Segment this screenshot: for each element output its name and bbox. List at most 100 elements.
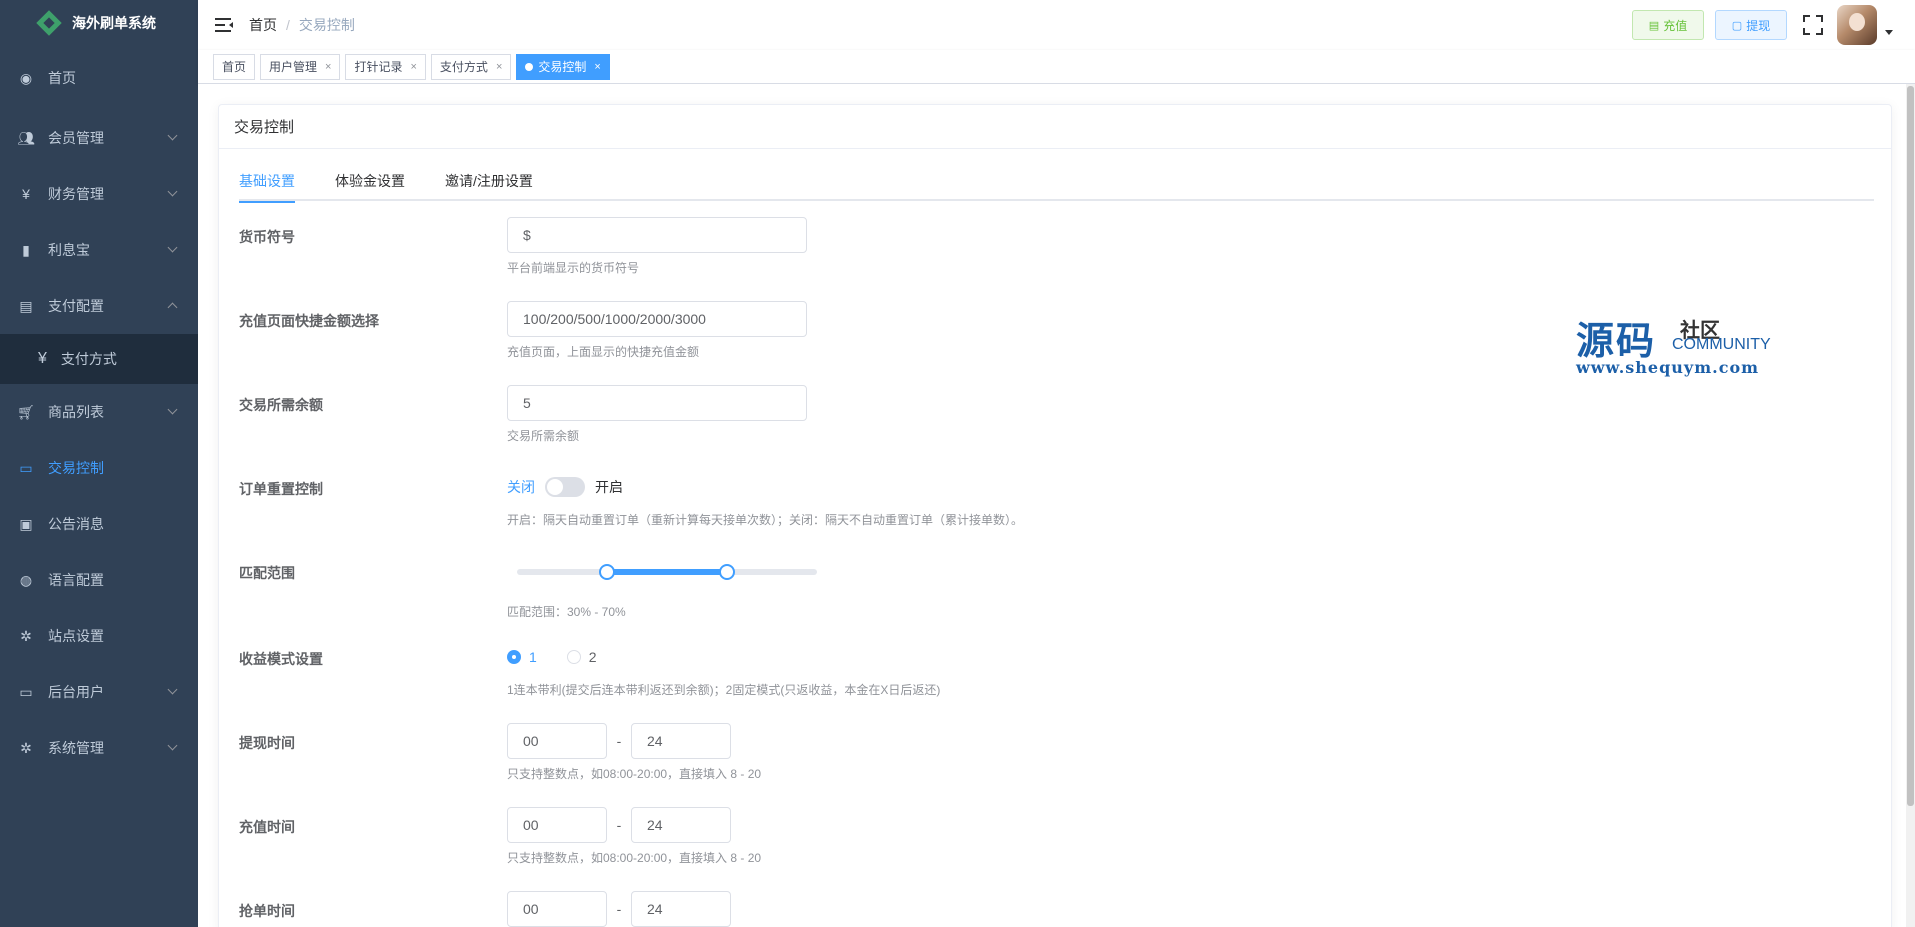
cart-icon: 🛒︎ xyxy=(17,403,35,420)
sidebar-item-label: 交易控制 xyxy=(48,460,104,476)
sidebar-item-label: 支付方式 xyxy=(60,351,117,367)
gear-icon: ✲ xyxy=(20,627,32,644)
withdraw-time-end-input[interactable]: 24 xyxy=(631,723,731,759)
sidebar-item-admin-users[interactable]: ▭ 后台用户 xyxy=(0,664,198,720)
tag-label: 交易控制 xyxy=(538,60,587,74)
match-range-slider[interactable] xyxy=(517,553,817,589)
card-icon: ▤ xyxy=(1648,19,1660,32)
menu-toggle-icon[interactable] xyxy=(215,18,233,32)
range-separator: - xyxy=(616,817,622,833)
navbar-right: ▤ 充值 ▢ 提现 xyxy=(1632,0,1915,50)
sidebar-item-label: 系统管理 xyxy=(48,740,104,756)
quick-amounts-help: 充值页面，上面显示的快捷充值金额 xyxy=(507,345,700,359)
recharge-time-start-input[interactable]: 00 xyxy=(507,807,607,843)
yen-icon: ¥ xyxy=(38,350,47,367)
recharge-button[interactable]: ▤ 充值 xyxy=(1632,10,1704,40)
withdraw-time-start-input[interactable]: 00 xyxy=(507,723,607,759)
sidebar-item-trade-control[interactable]: ▭ 交易控制 xyxy=(0,440,198,496)
message-icon: ▣ xyxy=(19,515,33,532)
recharge-time-end-input[interactable]: 24 xyxy=(631,807,731,843)
min-balance-input[interactable]: 5 xyxy=(507,385,807,421)
sidebar-item-members[interactable]: 👥︎ 会员管理 xyxy=(0,110,198,166)
min-balance-help: 交易所需余额 xyxy=(507,429,580,443)
avatar[interactable] xyxy=(1837,5,1877,45)
sidebar-item-language[interactable]: ◍ 语言配置 xyxy=(0,552,198,608)
breadcrumb-current: 交易控制 xyxy=(298,17,355,33)
tag-label: 首页 xyxy=(222,60,247,74)
sidebar-item-label: 首页 xyxy=(48,70,76,86)
sidebar-item-home[interactable]: ◉ 首页 xyxy=(0,46,198,110)
income-mode-help: 1连本带利(提交后连本带利返还到余额)；2固定模式(只返收益，本金在X日后返还) xyxy=(507,683,941,697)
tab-basic-settings[interactable]: 基础设置 xyxy=(239,161,295,203)
settings-tabs: 基础设置 体验金设置 邀请/注册设置 xyxy=(239,161,1874,203)
gear-icon: ✲ xyxy=(20,739,32,756)
grab-time-end-input[interactable]: 24 xyxy=(631,891,731,927)
sidebar-item-site-settings[interactable]: ✲ 站点设置 xyxy=(0,608,198,664)
monitor-icon: ▭ xyxy=(19,683,33,700)
fullscreen-icon[interactable] xyxy=(1803,15,1823,35)
slider-min-handle[interactable] xyxy=(599,564,615,580)
match-range-help: 匹配范围：30% - 70% xyxy=(507,605,626,619)
breadcrumb-home[interactable]: 首页 xyxy=(249,15,277,35)
switch-knob xyxy=(547,479,563,495)
close-icon[interactable]: × xyxy=(594,61,600,73)
order-reset-switch[interactable] xyxy=(545,477,585,497)
range-separator: - xyxy=(616,733,622,749)
chevron-up-icon xyxy=(167,302,178,313)
grab-time-start-input[interactable]: 00 xyxy=(507,891,607,927)
sidebar-item-label: 商品列表 xyxy=(48,404,104,420)
folder-icon: ▢ xyxy=(1731,19,1743,32)
tag-trade-control[interactable]: 交易控制 × xyxy=(516,53,610,80)
quick-amounts-label: 充值页面快捷金额选择 xyxy=(239,313,379,329)
users-icon: 👥︎ xyxy=(17,129,35,146)
close-icon[interactable]: × xyxy=(496,61,502,73)
sidebar-item-announcements[interactable]: ▣ 公告消息 xyxy=(0,496,198,552)
currency-input[interactable]: $ xyxy=(507,217,807,253)
radio-label: 1 xyxy=(529,649,537,665)
switch-on-label[interactable]: 开启 xyxy=(595,477,623,497)
range-separator: - xyxy=(616,901,622,917)
sidebar-item-products[interactable]: 🛒︎ 商品列表 xyxy=(0,384,198,440)
page-scrollbar[interactable] xyxy=(1906,84,1915,927)
sidebar-item-interest[interactable]: ▮ 利息宝 xyxy=(0,222,198,278)
scrollbar-thumb[interactable] xyxy=(1907,86,1914,806)
sidebar-item-payment-method[interactable]: ¥ 支付方式 xyxy=(0,334,198,384)
settings-card: 交易控制 基础设置 体验金设置 邀请/注册设置 货币符号 $ 平台前端显示的货币… xyxy=(218,104,1892,927)
sidebar-item-label: 公告消息 xyxy=(48,516,104,532)
close-icon[interactable]: × xyxy=(325,61,331,73)
monitor-icon: ▭ xyxy=(19,459,33,476)
caret-down-icon[interactable] xyxy=(1885,29,1893,35)
sidebar-item-label: 会员管理 xyxy=(48,130,104,146)
breadcrumb: 首页 / 交易控制 xyxy=(249,15,355,35)
main-content: 交易控制 基础设置 体验金设置 邀请/注册设置 货币符号 $ 平台前端显示的货币… xyxy=(198,84,1915,927)
watermark-community-text: COMMUNITY xyxy=(1672,336,1771,353)
tag-user-management[interactable]: 用户管理 × xyxy=(260,53,341,80)
tab-invite-register-settings[interactable]: 邀请/注册设置 xyxy=(445,161,533,201)
close-icon[interactable]: × xyxy=(410,61,416,73)
tags-view: 首页 用户管理 × 打针记录 × 支付方式 × 交易控制 × xyxy=(198,50,1915,84)
income-mode-label: 收益模式设置 xyxy=(239,651,323,667)
grab-time-label: 抢单时间 xyxy=(239,903,295,919)
tab-trial-fund-settings[interactable]: 体验金设置 xyxy=(335,161,405,201)
withdraw-button-label: 提现 xyxy=(1746,18,1771,33)
chevron-down-icon xyxy=(167,740,178,751)
withdraw-button[interactable]: ▢ 提现 xyxy=(1715,10,1787,40)
watermark-url: www.shequym.com xyxy=(1576,358,1760,377)
sidebar-item-payment-config[interactable]: ▤ 支付配置 xyxy=(0,278,198,334)
switch-off-label[interactable]: 关闭 xyxy=(507,477,535,497)
sidebar-item-finance[interactable]: ¥ 财务管理 xyxy=(0,166,198,222)
order-reset-help: 开启：隔天自动重置订单（重新计算每天接单次数）；关闭：隔天不自动重置订单（累计接… xyxy=(507,513,1024,527)
sidebar-item-system[interactable]: ✲ 系统管理 xyxy=(0,720,198,776)
tag-home[interactable]: 首页 xyxy=(213,53,256,80)
tag-clock-records[interactable]: 打针记录 × xyxy=(345,53,426,80)
tag-payment-method[interactable]: 支付方式 × xyxy=(430,53,512,80)
slider-fill xyxy=(607,569,727,575)
income-mode-option-1[interactable]: 1 xyxy=(507,649,537,665)
tag-label: 用户管理 xyxy=(269,60,318,74)
sidebar-item-label: 后台用户 xyxy=(48,684,104,700)
slider-max-handle[interactable] xyxy=(719,564,735,580)
quick-amounts-input[interactable]: 100/200/500/1000/2000/3000 xyxy=(507,301,807,337)
income-mode-option-2[interactable]: 2 xyxy=(566,649,597,665)
watermark-big-text: 源码 xyxy=(1576,318,1657,363)
app-logo[interactable]: 海外刷单系统 xyxy=(0,0,198,46)
